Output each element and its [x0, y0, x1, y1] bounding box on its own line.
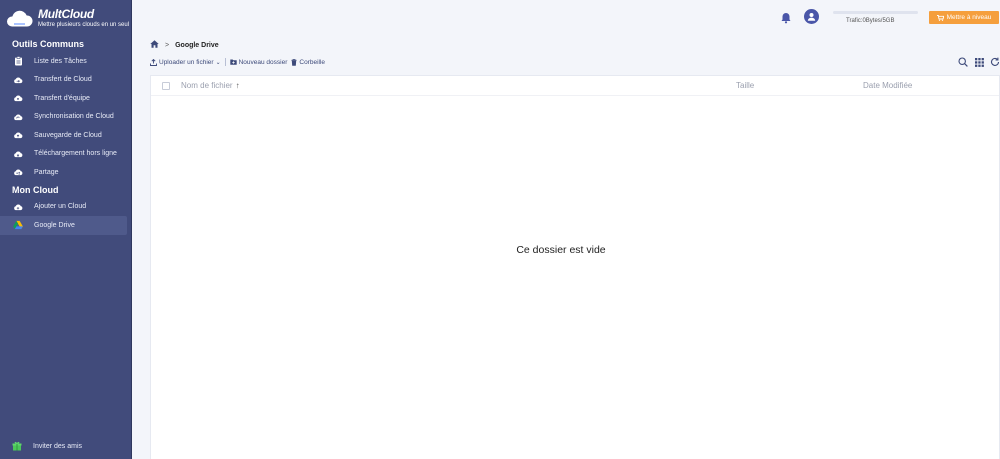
- cloud-sync-icon: [13, 112, 23, 122]
- column-name-label: Nom de fichier: [181, 81, 233, 90]
- cloud-add-icon: [13, 202, 23, 212]
- sidebar-item-label: Ajouter un Cloud: [34, 203, 87, 211]
- upload-icon: [150, 58, 157, 66]
- upgrade-button[interactable]: Mettre à niveau: [929, 11, 999, 24]
- upload-label: Uploader un fichier: [159, 58, 214, 66]
- brand-tagline: Mettre plusieurs clouds en un seul: [38, 21, 130, 28]
- avatar[interactable]: [804, 9, 819, 24]
- column-header-name[interactable]: Nom de fichier ↑: [181, 81, 736, 90]
- trash-icon: [291, 58, 298, 66]
- clipboard-icon: [13, 56, 23, 66]
- multcloud-logo-icon: [3, 5, 35, 31]
- upgrade-label: Mettre à niveau: [946, 14, 992, 21]
- sidebar-item-label: Partage: [34, 168, 59, 176]
- sidebar-item-label: Transfert d'équipe: [34, 94, 90, 102]
- brand[interactable]: MultCloud Mettre plusieurs clouds en un …: [0, 0, 131, 36]
- empty-folder-message: Ce dossier est vide: [516, 244, 606, 256]
- toolbar-divider: [224, 58, 226, 66]
- refresh-icon[interactable]: [990, 57, 1000, 67]
- sidebar-item-task-list[interactable]: Liste des Tâches: [0, 52, 131, 71]
- search-icon[interactable]: [958, 57, 968, 67]
- sidebar-item-share[interactable]: Partage: [0, 163, 131, 182]
- invite-label: Inviter des amis: [33, 442, 83, 450]
- bell-icon[interactable]: [780, 11, 792, 24]
- sidebar-item-team-transfer[interactable]: Transfert d'équipe: [0, 89, 131, 108]
- view-tools: [958, 57, 1000, 67]
- select-all-checkbox[interactable]: [162, 81, 170, 90]
- google-drive-icon: [13, 220, 23, 230]
- breadcrumb: > Google Drive: [150, 39, 219, 51]
- sidebar: MultCloud Mettre plusieurs clouds en un …: [0, 0, 132, 459]
- cloud-backup-icon: [13, 130, 23, 140]
- user-icon: [807, 13, 816, 21]
- grid-view-icon[interactable]: [974, 57, 984, 67]
- sidebar-item-offline-download[interactable]: Téléchargement hors ligne: [0, 145, 131, 164]
- cloud-share-icon: [13, 167, 23, 177]
- home-icon[interactable]: [150, 40, 159, 50]
- upload-file-button[interactable]: Uploader un fichier ⌄: [150, 58, 221, 66]
- section-title-my-cloud: Mon Cloud: [12, 184, 59, 195]
- sidebar-item-label: Google Drive: [34, 221, 75, 229]
- chevron-down-icon: ⌄: [215, 59, 221, 66]
- new-folder-button[interactable]: Nouveau dossier: [229, 58, 288, 66]
- sort-arrow-up-icon: ↑: [235, 81, 240, 90]
- sidebar-item-cloud-sync[interactable]: Synchronisation de Cloud: [0, 108, 131, 127]
- sidebar-item-label: Synchronisation de Cloud: [34, 113, 114, 121]
- section-title-common-tools: Outils Communs: [12, 39, 85, 49]
- cloud-team-icon: [13, 93, 23, 103]
- cart-icon: [936, 14, 944, 21]
- cloud-download-icon: [13, 149, 23, 159]
- sidebar-item-cloud-transfer[interactable]: Transfert de Cloud: [0, 71, 131, 90]
- sidebar-item-add-cloud[interactable]: Ajouter un Cloud: [0, 198, 131, 217]
- app-root: MultCloud Mettre plusieurs clouds en un …: [0, 0, 1000, 459]
- sidebar-item-label: Sauvegarde de Cloud: [34, 131, 102, 139]
- folder-add-icon: [229, 59, 237, 65]
- trash-button[interactable]: Corbeille: [291, 58, 326, 66]
- file-list-panel: Nom de fichier ↑ Taille Date Modifiée Ce…: [150, 75, 1000, 459]
- gift-icon: [12, 441, 22, 451]
- brand-name: MultCloud: [38, 6, 94, 21]
- sidebar-item-label: Téléchargement hors ligne: [34, 150, 117, 158]
- column-header-size[interactable]: Taille: [736, 81, 863, 90]
- sidebar-item-cloud-backup[interactable]: Sauvegarde de Cloud: [0, 126, 131, 145]
- file-table-header: Nom de fichier ↑ Taille Date Modifiée: [151, 76, 999, 96]
- trash-label: Corbeille: [299, 58, 326, 66]
- new-folder-label: Nouveau dossier: [238, 58, 288, 66]
- top-header: Trafic:0Bytes/5GB Mettre à niveau: [132, 0, 1000, 36]
- cloud-transfer-icon: [13, 75, 23, 85]
- traffic-progress-bar: [833, 11, 918, 14]
- breadcrumb-separator-icon: >: [165, 41, 170, 49]
- invite-friends-link[interactable]: Inviter des amis: [0, 439, 82, 453]
- breadcrumb-current: Google Drive: [175, 41, 219, 49]
- sidebar-item-google-drive[interactable]: Google Drive: [0, 216, 127, 235]
- sidebar-item-label: Transfert de Cloud: [34, 76, 92, 84]
- sidebar-item-label: Liste des Tâches: [34, 57, 87, 65]
- traffic-text: Trafic:0Bytes/5GB: [846, 18, 895, 24]
- file-toolbar: Uploader un fichier ⌄ Nouveau dossier Co…: [150, 57, 325, 67]
- column-header-date[interactable]: Date Modifiée: [863, 81, 993, 90]
